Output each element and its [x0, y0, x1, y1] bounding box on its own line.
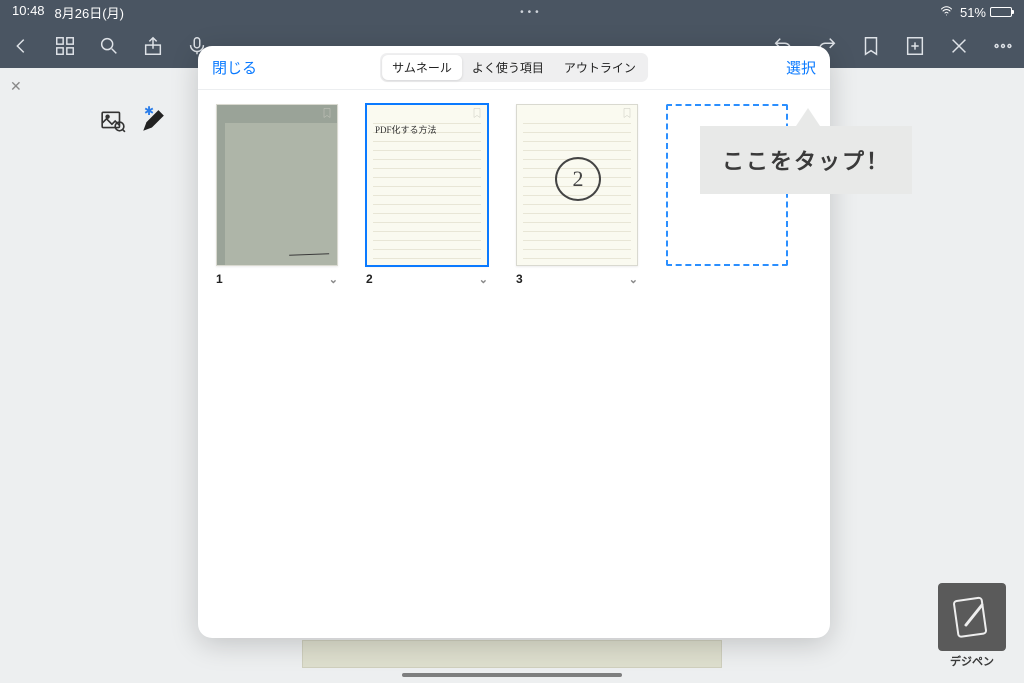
handwritten-text: PDF化する方法	[375, 123, 437, 136]
status-time: 10:48	[12, 3, 45, 22]
page-number: 3	[516, 272, 523, 286]
chevron-down-icon[interactable]: ⌄	[479, 273, 488, 286]
bookmark-icon	[621, 105, 633, 121]
bookmark-icon	[471, 105, 483, 121]
wifi-icon	[939, 5, 954, 20]
page-number: 1	[216, 272, 223, 286]
bookmark-icon	[321, 105, 333, 121]
close-icon[interactable]	[948, 35, 970, 57]
thumbnail-1[interactable]: 1 ⌄	[216, 104, 338, 286]
page-number: 2	[366, 272, 373, 286]
brand-name: デジペン	[938, 653, 1006, 669]
battery-indicator: 51%	[960, 5, 1012, 20]
more-icon[interactable]	[992, 35, 1014, 57]
segment-thumbnail[interactable]: サムネール	[382, 55, 462, 80]
bookmark-icon[interactable]	[860, 35, 882, 57]
thumbnail-3[interactable]: 2 3 ⌄	[516, 104, 638, 286]
grid-icon[interactable]	[54, 35, 76, 57]
close-button[interactable]: 閉じる	[212, 57, 257, 78]
callout-text: ここをタップ！	[700, 126, 912, 194]
status-date: 8月26日(月)	[55, 3, 124, 22]
thumbnail-2[interactable]: PDF化する方法 2 ⌄	[366, 104, 488, 286]
segment-outline[interactable]: アウトライン	[554, 55, 646, 80]
sidebar-close-icon[interactable]: ✕	[10, 78, 22, 95]
brand-logo: デジペン	[938, 583, 1006, 669]
status-app-dots: •••	[124, 7, 939, 18]
share-icon[interactable]	[142, 35, 164, 57]
handwritten-number: 2	[555, 157, 601, 201]
home-indicator[interactable]	[402, 673, 622, 677]
add-page-icon[interactable]	[904, 35, 926, 57]
segment-favorites[interactable]: よく使う項目	[462, 55, 554, 80]
bluetooth-icon: ✱	[144, 104, 154, 118]
view-segmented-control: サムネール よく使う項目 アウトライン	[380, 53, 648, 82]
ipad-status-bar: 10:48 8月26日(月) ••• 51%	[0, 0, 1024, 24]
modal-header: 閉じる サムネール よく使う項目 アウトライン 選択	[198, 46, 830, 90]
tutorial-callout: ここをタップ！	[700, 108, 912, 194]
image-search-icon[interactable]	[100, 108, 126, 139]
select-button[interactable]: 選択	[786, 57, 816, 78]
battery-percent: 51%	[960, 5, 986, 20]
back-icon[interactable]	[10, 35, 32, 57]
chevron-down-icon[interactable]: ⌄	[329, 273, 338, 286]
floating-tools: ✱	[100, 108, 166, 139]
document-page-strip	[302, 640, 722, 668]
search-icon[interactable]	[98, 35, 120, 57]
chevron-down-icon[interactable]: ⌄	[629, 273, 638, 286]
